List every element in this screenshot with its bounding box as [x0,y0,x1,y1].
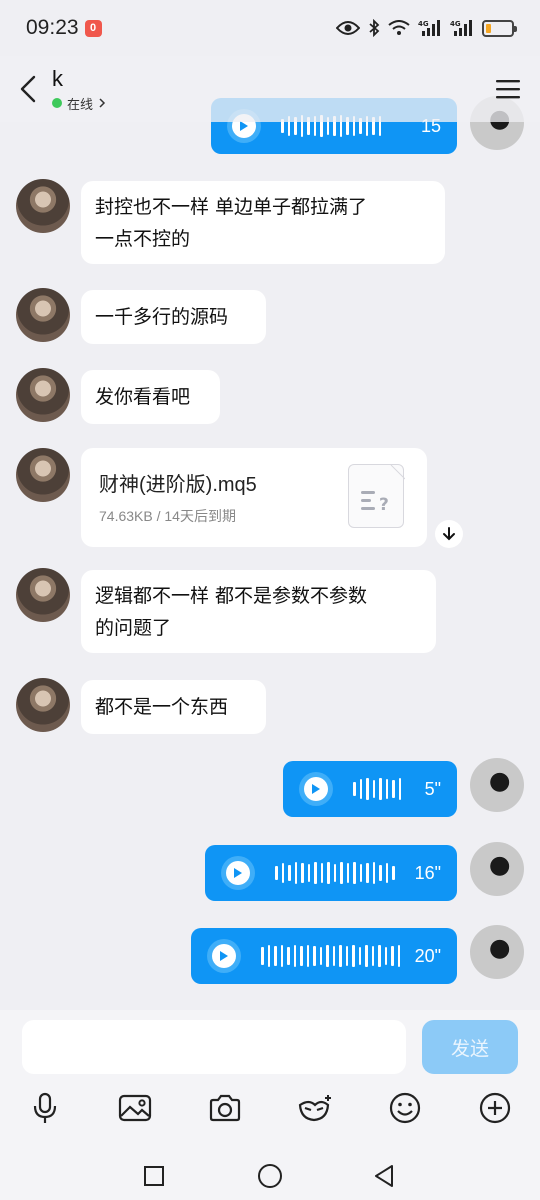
online-dot [52,98,62,108]
camera-button[interactable] [205,1088,245,1128]
download-icon[interactable] [435,520,463,548]
message-text: 逻辑都不一样 都不是参数不参数 [95,584,368,607]
hamburger-menu-icon [496,80,520,99]
status-bar: 09:23 0 4G 4G [0,0,540,56]
triangle-back-icon [375,1165,393,1187]
menu-button[interactable] [476,56,540,122]
signal-icon-2: 4G [450,20,472,36]
input-bar: 发送 [0,1010,540,1200]
avatar[interactable] [16,678,70,732]
recents-button[interactable] [136,1158,172,1194]
chat-header: k 在线 [0,56,540,122]
send-button[interactable]: 发送 [422,1020,518,1074]
eye-icon [336,21,360,35]
circle-icon [258,1164,282,1188]
emoji-button[interactable] [385,1088,425,1128]
text-message[interactable]: 一千多行的源码 [81,290,266,344]
file-message[interactable]: 财神(进阶版).mq5 74.63KB / 14天后到期 ? [81,448,427,547]
voice-input-button[interactable] [25,1088,65,1128]
avatar[interactable] [470,758,524,812]
notification-badge: 0 [84,19,102,37]
voice-message[interactable]: 16" [205,845,457,901]
message-list[interactable]: 15 封控也不一样 单边单子都拉满了 一点不控的 一千多行的源码 发你看看吧 财… [0,0,540,1010]
unknown-file-icon: ? [348,464,406,528]
waveform [261,945,400,967]
message-text: 发你看看吧 [95,386,191,408]
contact-info[interactable]: k 在线 [52,66,107,113]
message-input[interactable] [22,1020,406,1074]
network-type-2: 4G [450,20,461,28]
smiley-icon [389,1092,421,1124]
text-message[interactable]: 封控也不一样 单边单子都拉满了 一点不控的 [81,181,445,264]
file-name: 财神(进阶版).mq5 [99,474,257,496]
image-icon [118,1094,152,1122]
text-message[interactable]: 逻辑都不一样 都不是参数不参数 的问题了 [81,570,436,653]
message-text: 封控也不一样 单边单子都拉满了 [95,195,368,218]
file-meta: 74.63KB / 14天后到期 [99,508,236,524]
signal-icon: 4G [418,20,440,36]
voice-duration: 5" [424,778,441,799]
message-text: 都不是一个东西 [95,696,229,718]
text-message[interactable]: 都不是一个东西 [81,680,266,734]
voice-message[interactable]: 5" [283,761,457,817]
network-type-1: 4G [418,20,429,28]
gallery-button[interactable] [115,1088,155,1128]
presence-label: 在线 [67,96,94,112]
text-message[interactable]: 发你看看吧 [81,370,220,424]
play-icon[interactable] [207,939,241,973]
square-icon [144,1166,164,1186]
more-button[interactable] [475,1088,515,1128]
camera-icon [209,1094,241,1122]
waveform [353,778,401,800]
voice-duration: 16" [414,862,441,883]
mask-sparkle-icon [298,1095,331,1122]
home-button[interactable] [252,1158,288,1194]
clock: 09:23 [26,16,79,39]
message-text: 一千多行的源码 [95,306,229,328]
plus-circle-icon [479,1092,511,1124]
system-navigation-bar [0,1150,540,1200]
chevron-left-icon [20,75,36,103]
message-text: 一点不控的 [95,227,191,250]
battery-icon [482,19,517,37]
contact-name: k [52,65,63,91]
avatar[interactable] [470,925,524,979]
voice-duration: 20" [414,945,441,966]
svg-text:?: ? [379,495,389,515]
play-icon[interactable] [221,856,255,890]
wifi-icon [388,20,410,35]
avatar[interactable] [16,368,70,422]
effects-button[interactable] [295,1088,335,1128]
back-button[interactable] [0,56,56,122]
avatar[interactable] [470,842,524,896]
message-text: 的问题了 [95,616,172,639]
avatar[interactable] [16,448,70,502]
play-icon[interactable] [299,772,333,806]
avatar[interactable] [16,288,70,342]
voice-message[interactable]: 20" [191,928,457,984]
bluetooth-icon [369,19,380,37]
avatar[interactable] [16,568,70,622]
chevron-right-icon [99,98,106,108]
waveform [275,862,395,884]
battery-level [486,23,491,33]
presence-status[interactable]: 在线 [52,94,107,113]
avatar[interactable] [16,179,70,233]
microphone-icon [33,1092,57,1123]
toolbar [0,1088,540,1128]
back-nav-button[interactable] [366,1158,402,1194]
